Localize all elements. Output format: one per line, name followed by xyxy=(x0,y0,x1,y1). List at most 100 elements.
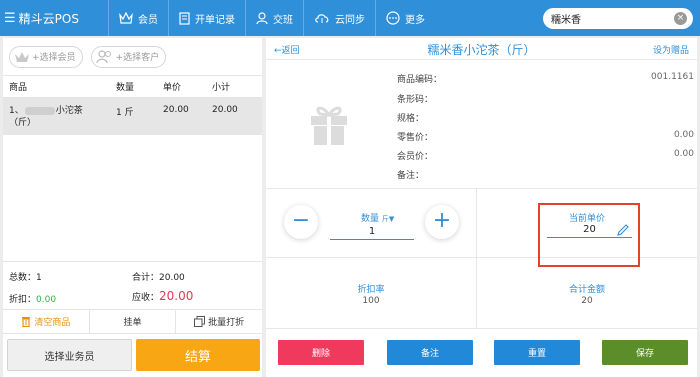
info-label: 商品编码： xyxy=(397,75,443,85)
column-header: 单价 xyxy=(163,83,182,93)
spec-row: 规格： xyxy=(397,111,694,124)
cart-item-qty: 1 斤 xyxy=(116,108,134,118)
sum-label: 合计： xyxy=(132,273,160,283)
product-header: ←返回 糯米香小沱茶（斤） 设为赠品 xyxy=(266,38,697,60)
nav-order-records[interactable]: 开单记录 xyxy=(168,0,245,36)
gift-icon xyxy=(311,106,347,145)
receivable-label: 应收： xyxy=(132,293,160,303)
minus-icon: − xyxy=(291,208,311,233)
cart-item-price: 20.00 xyxy=(163,105,189,115)
nav-cloud-sync-label: 云同步 xyxy=(335,14,365,26)
nav-member[interactable]: 会员 xyxy=(108,0,168,36)
nav-member-label: 会员 xyxy=(138,14,158,26)
column-header: 数量 xyxy=(116,83,135,93)
remark-row: 备注： xyxy=(397,168,694,181)
select-customer-label: +选择客户 xyxy=(115,53,160,63)
clear-icon[interactable]: × xyxy=(674,12,687,25)
discount-rate-label: 折扣率 xyxy=(357,285,385,295)
info-value: 001.1161 xyxy=(651,72,694,82)
plus-icon: + xyxy=(432,208,452,233)
highlight-box xyxy=(538,203,640,267)
top-bar: ☰ 精斗云POS 会员 开单记录 交班 云同步 更多 × xyxy=(0,0,700,36)
discount-label: 折扣： xyxy=(9,295,37,305)
member-price-row: 会员价： 0.00 xyxy=(397,149,694,162)
info-value: 0.00 xyxy=(673,130,694,140)
quantity-label: 数量 斤▼ xyxy=(361,211,394,224)
select-member-button[interactable]: +选择会员 xyxy=(9,45,83,68)
trash-icon xyxy=(22,317,31,327)
receivable-total: 应收：20.00 xyxy=(132,289,193,303)
info-label: 零售价： xyxy=(397,133,434,143)
users-icon xyxy=(95,49,111,63)
batch-discount-button[interactable]: 批量打折 xyxy=(176,310,262,333)
cart-item-index: 1、 xyxy=(9,106,24,116)
reset-button[interactable]: 重置 xyxy=(494,340,580,365)
nav-cloud-sync[interactable]: 云同步 xyxy=(303,0,375,36)
info-label: 备注： xyxy=(397,171,425,181)
discount-total: 折扣：0.00 xyxy=(9,292,56,305)
barcode-row: 条形码： xyxy=(397,92,694,105)
divider xyxy=(476,188,477,328)
cart-item-subtotal: 20.00 xyxy=(212,105,238,115)
crown-icon xyxy=(119,12,133,24)
set-gift-button[interactable]: 设为赠品 xyxy=(653,43,689,56)
table-row[interactable]: 1、 小沱茶 （斤） 1 斤 20.00 20.00 xyxy=(3,98,262,135)
product-title: 糯米香小沱茶（斤） xyxy=(427,43,536,57)
retail-price-row: 零售价： 0.00 xyxy=(397,130,694,143)
cart-item-unit: （斤） xyxy=(9,118,37,128)
info-value: 0.00 xyxy=(673,149,694,159)
user-icon xyxy=(256,11,268,24)
select-customer-button[interactable]: +选择客户 xyxy=(90,45,167,68)
hamburger-menu-icon[interactable]: ☰ xyxy=(4,11,16,26)
quantity-price-area: − 数量 斤▼ 1 + 当前单价 20 xyxy=(266,188,697,267)
receipt-icon xyxy=(179,11,190,25)
quantity-input[interactable]: 1 xyxy=(330,226,414,240)
clear-items-label: 清空商品 xyxy=(34,318,71,328)
batch-discount-label: 批量打折 xyxy=(208,318,245,328)
hold-order-button[interactable]: 挂单 xyxy=(90,310,177,333)
nav-shift[interactable]: 交班 xyxy=(245,0,303,36)
customer-select-row: +选择会员 +选择客户 xyxy=(3,38,262,76)
checkout-button[interactable]: 结算 xyxy=(136,339,260,371)
increase-button[interactable]: + xyxy=(425,205,459,239)
total-amount-value[interactable]: 20 xyxy=(477,296,697,306)
sum-total: 合计：20.00 xyxy=(132,270,185,283)
delete-button[interactable]: 删除 xyxy=(278,340,364,365)
save-button[interactable]: 保存 xyxy=(602,340,688,365)
copy-icon xyxy=(194,316,206,327)
discount-rate-value[interactable]: 100 xyxy=(266,296,476,306)
sum-value: 20.00 xyxy=(159,273,185,283)
quantity-unit[interactable]: 斤 xyxy=(382,215,389,223)
app-title: 精斗云POS xyxy=(18,11,79,26)
receivable-value: 20.00 xyxy=(159,289,194,303)
total-count-label: 总数： xyxy=(9,273,37,283)
select-member-label: +选择会员 xyxy=(32,53,76,63)
cart-item-name: 1、 小沱茶 （斤） xyxy=(3,105,116,129)
cart-item-name-text: 小沱茶 xyxy=(55,106,83,116)
quantity-label-text: 数量 xyxy=(361,214,380,224)
cart-actions: 清空商品 挂单 批量打折 xyxy=(3,309,262,334)
info-label: 条形码： xyxy=(397,95,434,105)
decrease-button[interactable]: − xyxy=(284,205,318,239)
blurred-text xyxy=(24,106,55,115)
nav-shift-label: 交班 xyxy=(273,14,293,26)
more-icon xyxy=(386,11,400,25)
nav-more-label: 更多 xyxy=(405,14,425,26)
cart-table-header: 商品 数量 单价 小计 xyxy=(3,76,262,98)
clear-items-button[interactable]: 清空商品 xyxy=(3,310,90,333)
chevron-down-icon[interactable]: ▼ xyxy=(389,215,394,223)
select-salesperson-button[interactable]: 选择业务员 xyxy=(7,339,132,371)
product-detail-panel: ←返回 糯米香小沱茶（斤） 设为赠品 商品编码： 001.1161 条形码： 规格… xyxy=(266,38,697,377)
nav-more[interactable]: 更多 xyxy=(375,0,435,36)
column-header: 商品 xyxy=(9,83,28,93)
search-input[interactable] xyxy=(551,13,669,24)
crown-icon xyxy=(15,51,29,62)
note-button[interactable]: 备注 xyxy=(387,340,473,365)
total-count: 总数：1 xyxy=(9,270,42,283)
app-brand[interactable]: ☰ 精斗云POS xyxy=(0,10,108,27)
nav-order-records-label: 开单记录 xyxy=(195,14,235,26)
total-count-value: 1 xyxy=(36,273,42,283)
cloud-upload-icon xyxy=(315,14,329,23)
cart-panel: +选择会员 +选择客户 商品 数量 单价 小计 1、 小沱茶 （斤） 1 斤 20… xyxy=(3,38,262,377)
search-box: × xyxy=(543,8,693,29)
